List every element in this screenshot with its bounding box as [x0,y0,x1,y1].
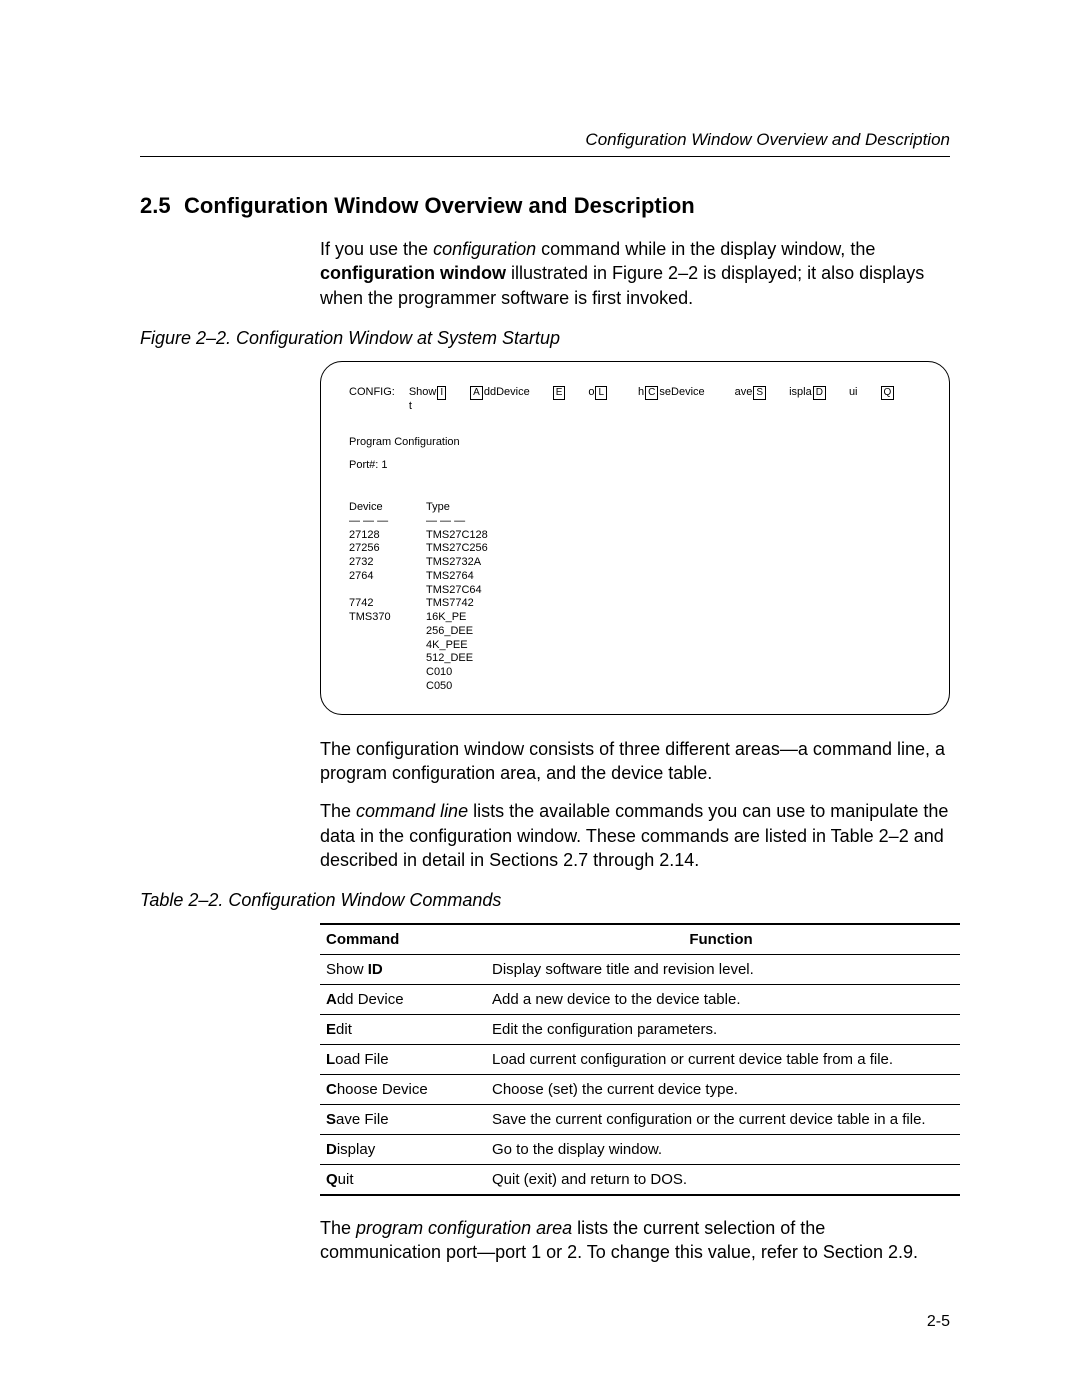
port-line: Port#: 1 [349,459,921,473]
function-cell: Add a new device to the device table. [486,985,960,1015]
function-cell: Display software title and revision leve… [486,955,960,985]
after-figure-p2: The command line lists the available com… [320,799,950,872]
command-cell: Add Device [320,985,486,1015]
cmd-choose-device: hCseDevice [638,386,705,400]
hotkey-i-icon: I [437,386,446,400]
table-row: Save FileSave the current configuration … [320,1105,960,1135]
closing-paragraph: The program configuration area lists the… [320,1216,950,1265]
table-caption: Table 2–2. Configuration Window Commands [140,890,950,911]
command-cell: Display [320,1135,486,1165]
function-cell: Save the current configuration or the cu… [486,1105,960,1135]
command-cell: Edit [320,1015,486,1045]
function-cell: Edit the configuration parameters. [486,1015,960,1045]
hotkey-s-icon: S [753,386,766,400]
section-number: 2.5 [140,193,184,219]
function-cell: Choose (set) the current device type. [486,1075,960,1105]
running-head: Configuration Window Overview and Descri… [140,130,950,157]
page-number: 2-5 [140,1313,950,1331]
hotkey-e-icon: E [553,386,566,400]
cmd-display: isplaD [789,386,827,400]
type-column: TMS27C128 TMS27C256 TMS2732A TMS2764 TMS… [426,529,488,694]
cmd-edit: E [552,386,567,400]
hotkey-q-icon: Q [881,386,895,400]
after-figure-p1: The configuration window consists of thr… [320,737,950,786]
table-row: Add DeviceAdd a new device to the device… [320,985,960,1015]
commands-table: Command Function Show IDDisplay software… [320,923,960,1196]
cmd-quit-key: Q [880,386,896,400]
command-cell: Save File [320,1105,486,1135]
cmd-show-id: ShowI t [409,386,447,414]
command-cell: Load File [320,1045,486,1075]
divider-icon: — — — [426,515,488,529]
hotkey-a-icon: A [470,386,483,400]
th-function: Function [486,924,960,955]
table-row: QuitQuit (exit) and return to DOS. [320,1165,960,1196]
device-header: Device [349,501,404,515]
hotkey-l-icon: L [595,386,607,400]
table-row: Choose DeviceChoose (set) the current de… [320,1075,960,1105]
intro-paragraph: If you use the configuration command whi… [320,237,950,310]
function-cell: Load current configuration or current de… [486,1045,960,1075]
table-row: Load FileLoad current configuration or c… [320,1045,960,1075]
cmd-add-device: AddDevice [469,386,530,400]
command-cell: Quit [320,1165,486,1196]
config-label: CONFIG: [349,386,395,400]
cmd-save-file: aveS [735,386,767,400]
divider-icon: — — — [349,515,404,529]
cmd-load-file: oL [588,386,608,400]
type-header: Type [426,501,488,515]
th-command: Command [320,924,486,955]
config-window-figure: CONFIG: ShowI t AddDevice E oL hCs [320,361,950,715]
config-command-line: CONFIG: ShowI t AddDevice E oL hCs [349,386,921,414]
table-row: DisplayGo to the display window. [320,1135,960,1165]
function-cell: Quit (exit) and return to DOS. [486,1165,960,1196]
table-row: EditEdit the configuration parameters. [320,1015,960,1045]
section-heading: 2.5Configuration Window Overview and Des… [140,193,950,219]
hotkey-c-icon: C [645,386,658,400]
device-column: 27128 27256 2732 2764 7742 TMS370 [349,529,404,625]
figure-caption: Figure 2–2. Configuration Window at Syst… [140,328,950,349]
section-title: Configuration Window Overview and Descri… [184,193,695,218]
function-cell: Go to the display window. [486,1135,960,1165]
command-cell: Show ID [320,955,486,985]
hotkey-d-icon: D [813,386,826,400]
table-row: Show IDDisplay software title and revisi… [320,955,960,985]
command-cell: Choose Device [320,1075,486,1105]
cmd-quit: ui [849,386,858,400]
program-configuration-label: Program Configuration [349,436,921,450]
